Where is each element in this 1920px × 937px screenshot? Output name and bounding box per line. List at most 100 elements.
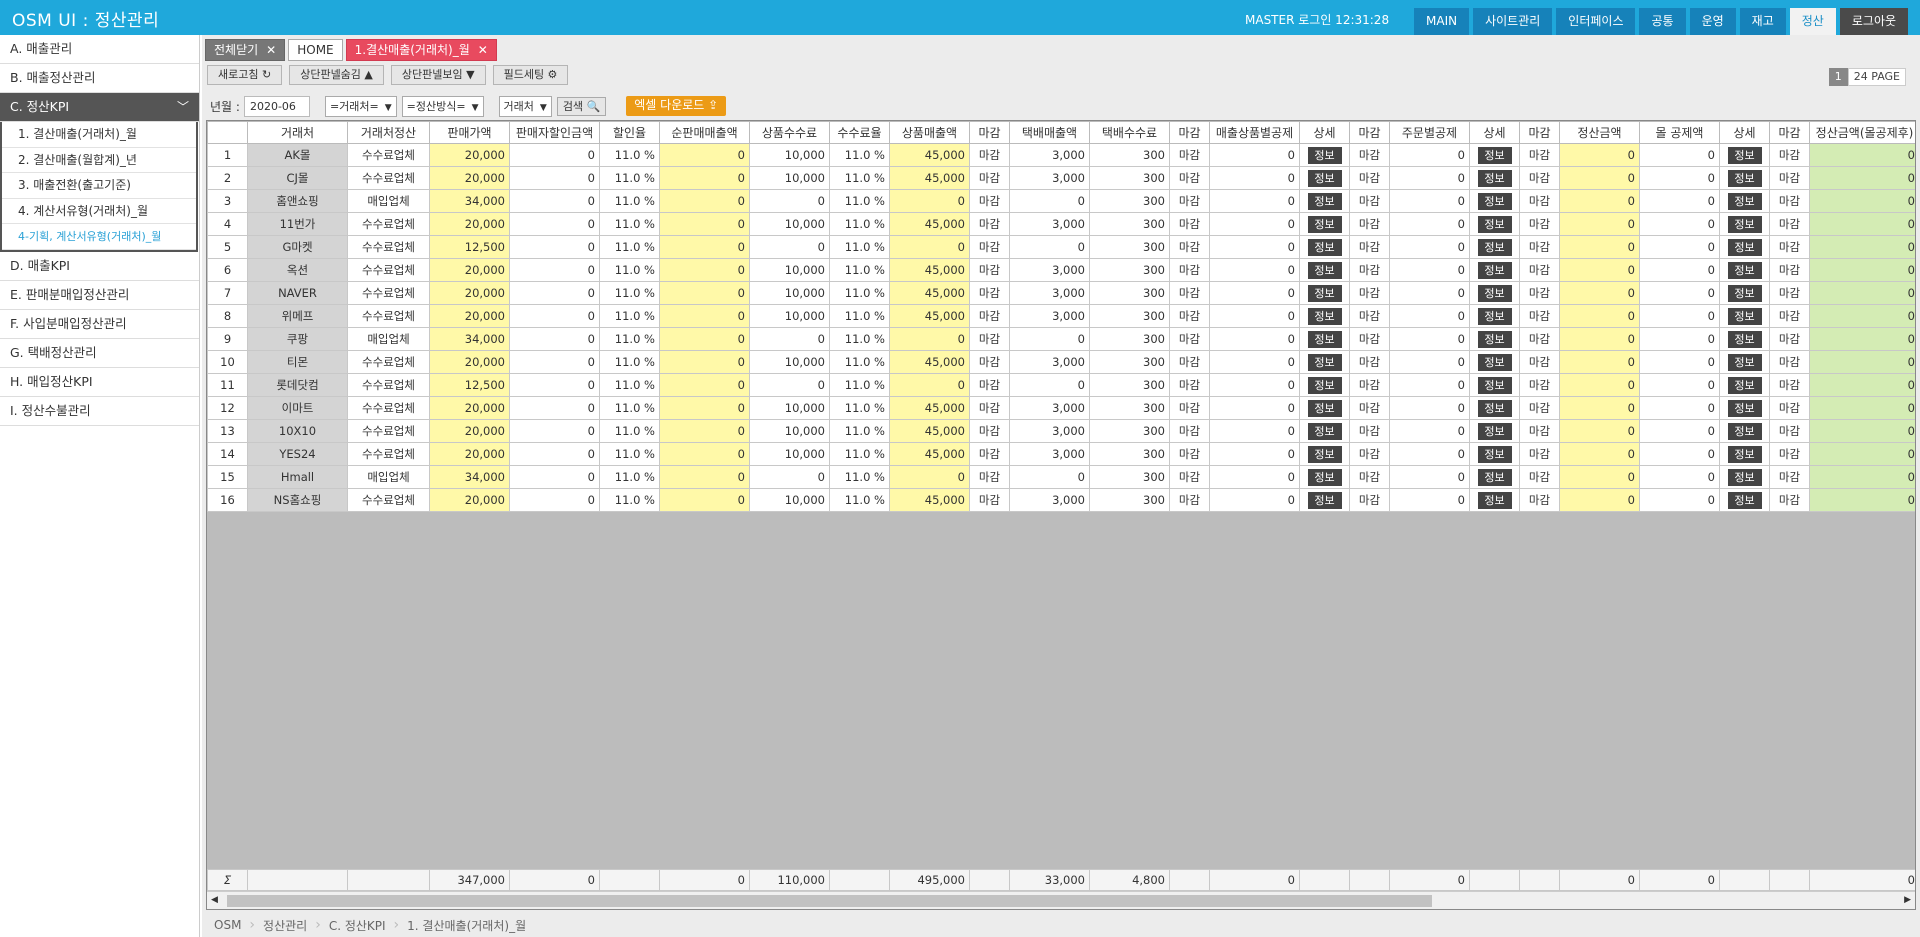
- column-header[interactable]: 주문별공제: [1389, 121, 1470, 144]
- show-top-panel-button[interactable]: 상단판넬보임 ▼: [390, 65, 486, 85]
- nav-inventory[interactable]: 재고: [1739, 8, 1786, 35]
- scroll-thumb[interactable]: [227, 895, 1432, 907]
- nav-interface[interactable]: 인터페이스: [1556, 8, 1636, 35]
- info-button[interactable]: 정보: [1307, 261, 1342, 279]
- nav-site-admin[interactable]: 사이트관리: [1473, 8, 1553, 35]
- column-header[interactable]: 판매가액: [429, 121, 510, 144]
- hide-top-panel-button[interactable]: 상단판넬숨김 ▲: [289, 65, 384, 85]
- vendor-select[interactable]: =거래처= ▼: [324, 95, 397, 117]
- table-row[interactable]: 12 이마트 수수료업체 20,000 0 11.0 % 0 10,000 11.0 % 45,0…: [207, 396, 1915, 420]
- column-header[interactable]: 정산금액: [1559, 121, 1640, 144]
- table-row[interactable]: 8 위메프 수수료업체 20,000 0 11.0 % 0 10,000 11.0 % 45,00…: [207, 304, 1915, 328]
- info-button[interactable]: 정보: [1477, 284, 1512, 302]
- column-header[interactable]: 상품수수료: [749, 121, 830, 144]
- nav-settlement[interactable]: 정산: [1789, 8, 1836, 35]
- table-row[interactable]: 13 10X10 수수료업체 20,000 0 11.0 % 0 10,000 11.0 % 45…: [207, 419, 1915, 443]
- info-button[interactable]: 정보: [1307, 215, 1342, 233]
- table-row[interactable]: 3 홈앤쇼핑 매입업체 34,000 0 11.0 % 0 0 11.0 % 0 마감 0 300 마감 0…: [207, 189, 1915, 213]
- info-button[interactable]: 정보: [1307, 491, 1342, 509]
- column-header[interactable]: 거래처정산: [347, 121, 430, 144]
- sidebar-item-settlement-kpi[interactable]: C. 정산KPI ﹀: [0, 93, 199, 122]
- table-row[interactable]: 10 티몬 수수료업체 20,000 0 11.0 % 0 10,000 11.0 % 45,00…: [207, 350, 1915, 374]
- info-button[interactable]: 정보: [1307, 238, 1342, 256]
- subitem-invoice-type-plan[interactable]: 4-기획, 계산서유형(거래처)_월: [2, 224, 196, 250]
- sidebar-item-purchase-kpi[interactable]: H. 매입정산KPI: [0, 368, 199, 397]
- info-button[interactable]: 정보: [1727, 192, 1762, 210]
- info-button[interactable]: 정보: [1727, 146, 1762, 164]
- table-row[interactable]: 16 NS홈쇼핑 수수료업체 20,000 0 11.0 % 0 10,000 11.0 % 45…: [207, 488, 1915, 512]
- info-button[interactable]: 정보: [1727, 491, 1762, 509]
- column-header[interactable]: 상세: [1719, 121, 1770, 144]
- info-button[interactable]: 정보: [1727, 353, 1762, 371]
- table-row[interactable]: 15 Hmall 매입업체 34,000 0 11.0 % 0 0 11.0 % 0 마감 0 300 마…: [207, 465, 1915, 489]
- current-page[interactable]: 1: [1828, 68, 1848, 86]
- table-row[interactable]: 2 CJ몰 수수료업체 20,000 0 11.0 % 0 10,000 11.0 % 45,00…: [207, 166, 1915, 190]
- ym-input[interactable]: 2020-06: [243, 95, 310, 117]
- column-header[interactable]: 순판매매출액: [659, 121, 750, 144]
- column-header[interactable]: 상품매출액: [889, 121, 970, 144]
- nav-common[interactable]: 공통: [1639, 8, 1686, 35]
- info-button[interactable]: 정보: [1727, 376, 1762, 394]
- nav-main[interactable]: MAIN: [1414, 8, 1470, 35]
- info-button[interactable]: 정보: [1307, 468, 1342, 486]
- info-button[interactable]: 정보: [1307, 192, 1342, 210]
- table-row[interactable]: 14 YES24 수수료업체 20,000 0 11.0 % 0 10,000 11.0 % 45…: [207, 442, 1915, 466]
- info-button[interactable]: 정보: [1477, 376, 1512, 394]
- crumb-kpi[interactable]: C. 정산KPI: [321, 917, 394, 934]
- info-button[interactable]: 정보: [1477, 422, 1512, 440]
- column-header[interactable]: 마감: [1769, 121, 1810, 144]
- scroll-left-icon[interactable]: ◀: [211, 895, 218, 905]
- excel-download-button[interactable]: 엑셀 다운로드 ⇪: [626, 96, 727, 116]
- column-header[interactable]: 판매자할인금액: [509, 121, 600, 144]
- column-header[interactable]: 마감: [1169, 121, 1210, 144]
- info-button[interactable]: 정보: [1307, 376, 1342, 394]
- column-header[interactable]: 마감: [1349, 121, 1390, 144]
- info-button[interactable]: 정보: [1727, 261, 1762, 279]
- info-button[interactable]: 정보: [1477, 307, 1512, 325]
- info-button[interactable]: 정보: [1477, 399, 1512, 417]
- crumb-osm[interactable]: OSM: [206, 918, 249, 932]
- scroll-right-icon[interactable]: ▶: [1904, 895, 1911, 905]
- subitem-sales-conversion[interactable]: 3. 매출전환(출고기준): [2, 173, 196, 199]
- column-header[interactable]: 택배수수료: [1089, 121, 1170, 144]
- info-button[interactable]: 정보: [1727, 169, 1762, 187]
- column-header[interactable]: 거래처: [247, 121, 348, 144]
- info-button[interactable]: 정보: [1727, 468, 1762, 486]
- info-button[interactable]: 정보: [1727, 238, 1762, 256]
- info-button[interactable]: 정보: [1727, 422, 1762, 440]
- subitem-monthly-vendor[interactable]: 1. 결산매출(거래처)_월: [2, 122, 196, 148]
- info-button[interactable]: 정보: [1477, 445, 1512, 463]
- close-icon[interactable]: ✕: [266, 43, 276, 57]
- horizontal-scrollbar[interactable]: ◀ ▶: [207, 891, 1915, 909]
- info-button[interactable]: 정보: [1727, 284, 1762, 302]
- info-button[interactable]: 정보: [1477, 215, 1512, 233]
- column-header[interactable]: 할인율: [599, 121, 660, 144]
- column-header[interactable]: [207, 121, 248, 144]
- type-select[interactable]: 거래처 ▼: [498, 95, 552, 117]
- column-header[interactable]: 상세: [1299, 121, 1350, 144]
- close-icon[interactable]: ✕: [478, 43, 488, 57]
- crumb-settlement[interactable]: 정산관리: [255, 917, 315, 934]
- table-row[interactable]: 5 G마켓 수수료업체 12,500 0 11.0 % 0 0 11.0 % 0 마감 0 300 마감 0…: [207, 235, 1915, 259]
- info-button[interactable]: 정보: [1307, 445, 1342, 463]
- info-button[interactable]: 정보: [1307, 307, 1342, 325]
- table-row[interactable]: 6 옥션 수수료업체 20,000 0 11.0 % 0 10,000 11.0 % 45,000…: [207, 258, 1915, 282]
- method-select[interactable]: =정산방식= ▼: [401, 95, 484, 117]
- info-button[interactable]: 정보: [1477, 146, 1512, 164]
- sidebar-item-sales-kpi[interactable]: D. 매출KPI: [0, 252, 199, 281]
- tab-home[interactable]: HOME: [288, 39, 343, 61]
- info-button[interactable]: 정보: [1477, 261, 1512, 279]
- table-row[interactable]: 11 롯데닷컴 수수료업체 12,500 0 11.0 % 0 0 11.0 % 0 마감 0 300 마…: [207, 373, 1915, 397]
- column-header[interactable]: 마감: [1519, 121, 1560, 144]
- sidebar-item-delivery[interactable]: G. 택배정산관리: [0, 339, 199, 368]
- info-button[interactable]: 정보: [1727, 215, 1762, 233]
- info-button[interactable]: 정보: [1477, 169, 1512, 187]
- field-setting-button[interactable]: 필드세팅 ⚙: [492, 65, 569, 85]
- info-button[interactable]: 정보: [1307, 169, 1342, 187]
- info-button[interactable]: 정보: [1477, 468, 1512, 486]
- info-button[interactable]: 정보: [1307, 399, 1342, 417]
- info-button[interactable]: 정보: [1727, 330, 1762, 348]
- column-header[interactable]: 정산금액(몰공제후): [1809, 121, 1915, 144]
- tab-monthly-vendor[interactable]: 1.결산매출(거래처)_월 ✕: [345, 39, 497, 61]
- info-button[interactable]: 정보: [1307, 353, 1342, 371]
